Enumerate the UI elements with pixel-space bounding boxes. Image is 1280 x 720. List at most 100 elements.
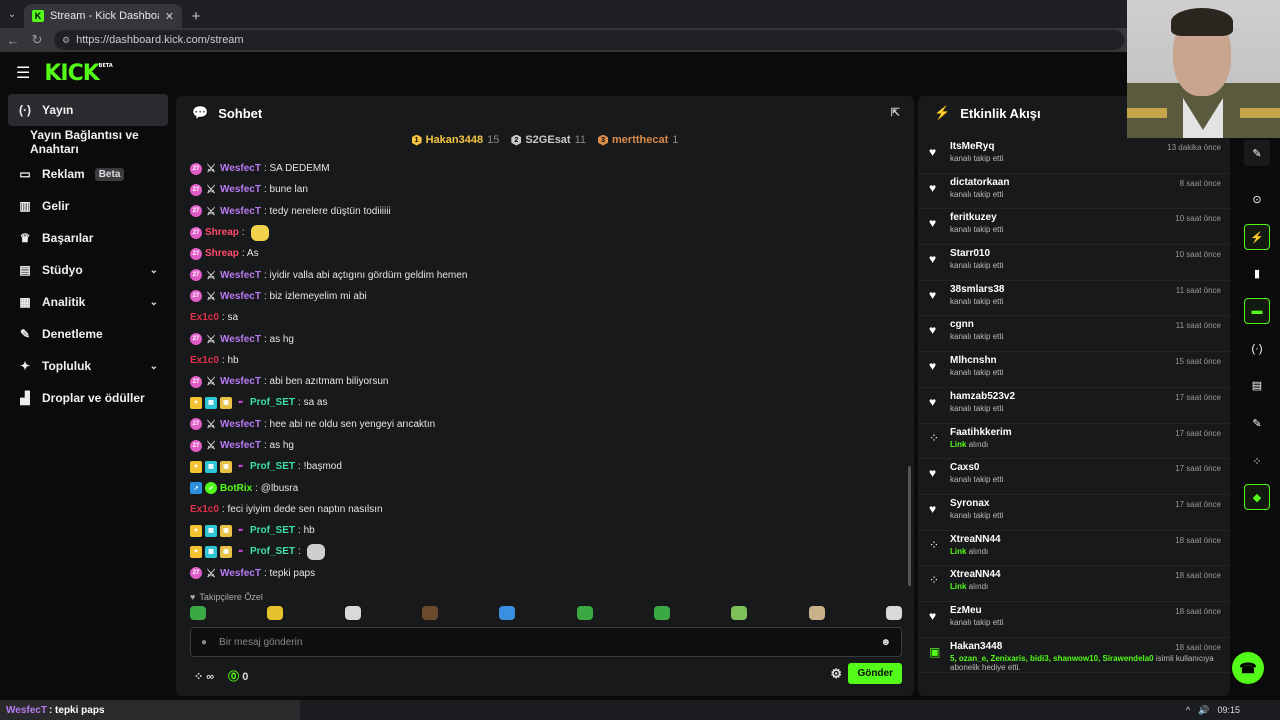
chat-message[interactable]: 27 Shreap: As <box>190 243 890 264</box>
broadcast-rail-icon[interactable]: (·) <box>1244 336 1270 362</box>
wrench-rail-icon[interactable]: ✎ <box>1244 410 1270 436</box>
chat-message[interactable]: 27 ⚔ WesfecT: bune lan <box>190 179 890 200</box>
chevron-down-icon[interactable]: ⌄ <box>150 297 158 308</box>
close-tab-icon[interactable]: ✕ <box>165 10 174 23</box>
activity-item[interactable]: ♥ hamzab523v2 kanalı takip etti 17 saat önc… <box>918 388 1230 424</box>
chat-message[interactable]: 27 ⚔ WesfecT: as hg <box>190 328 890 349</box>
chat-settings-icon[interactable]: ⚙ <box>830 666 842 682</box>
chat-message[interactable]: Ex1c0: feci iyiyim dede sen naptın nasıl… <box>190 499 890 520</box>
camera-icon[interactable]: ⊙ <box>1244 186 1270 212</box>
chat-username[interactable]: Shreap <box>205 248 239 259</box>
chat-username[interactable]: WesfecT <box>220 334 261 345</box>
chat-username[interactable]: Prof_SET <box>250 525 295 536</box>
chat-message[interactable]: ✦ ▦ ▣ ✏ Prof_SET: <box>190 541 890 562</box>
edit-icon[interactable]: ✎ <box>1244 140 1270 166</box>
popout-icon[interactable]: ⇱ <box>891 106 900 119</box>
chat-message[interactable]: 27 ⚔ WesfecT: abi ben azıtmam biliyorsun <box>190 371 890 392</box>
chat-message[interactable]: 27 ⚔ WesfecT: SA DEDEMM <box>190 158 890 179</box>
activity-item[interactable]: ♥ EzMeu kanalı takip etti 18 saat önce <box>918 602 1230 638</box>
chat-username[interactable]: WesfecT <box>220 419 261 430</box>
reload-icon[interactable]: ↻ <box>30 32 44 48</box>
chat-username[interactable]: WesfecT <box>220 184 261 195</box>
activity-item[interactable]: ♥ Mlhcnshn kanalı takip etti 15 saat önce <box>918 352 1230 388</box>
sidebar-item-4[interactable]: ♛ Başarılar <box>0 222 176 254</box>
leader-item[interactable]: 3 mertthecat 1 <box>598 134 678 146</box>
chat-message[interactable]: 27 ⚔ WesfecT: hee abi ne oldu sen yengeyi … <box>190 414 890 435</box>
activity-item[interactable]: ▣ Hakan3448 5, ozan_e, Zenixaris, bidi3, s… <box>918 638 1230 674</box>
chat-message[interactable]: Ex1c0: sa <box>190 307 890 328</box>
sidebar-item-9[interactable]: ▟ Droplar ve ödüller <box>0 382 176 414</box>
chat-message[interactable]: 27 Shreap: <box>190 222 890 243</box>
send-button[interactable]: Gönder <box>848 663 902 684</box>
emote-icon[interactable] <box>808 606 825 620</box>
clock[interactable]: 09:15 <box>1217 705 1240 716</box>
chat-username[interactable]: BotRix <box>220 483 252 494</box>
new-tab-button[interactable]: + <box>182 4 210 28</box>
chat-username[interactable]: Shreap <box>205 227 239 238</box>
leader-item[interactable]: 1 Hakan3448 15 <box>411 134 499 146</box>
chat-username[interactable]: WesfecT <box>220 163 261 174</box>
taskbar-chat-preview[interactable]: WesfecT : tepki paps <box>0 700 300 720</box>
support-icon[interactable]: ☎ <box>1232 652 1264 684</box>
activity-item[interactable]: ♥ ItsMeRyq kanalı takip etti 13 dakika önce <box>918 138 1230 174</box>
emote-icon[interactable] <box>267 606 284 620</box>
chat-username[interactable]: WesfecT <box>220 291 261 302</box>
activity-item[interactable]: ♥ 38smlars38 kanalı takip etti 11 saat önce <box>918 281 1230 317</box>
emoji-picker-icon[interactable]: ☻ <box>880 637 891 648</box>
emote-icon[interactable] <box>421 606 438 620</box>
browser-tab[interactable]: K Stream - Kick Dashboard ✕ <box>24 4 182 28</box>
kick-logo[interactable]: KICK BETA <box>44 61 112 86</box>
chat-message[interactable]: ✦ ▦ ▣ ✏ Prof_SET: sa as <box>190 392 890 413</box>
activity-item[interactable]: ⁘ XtreaNN44 Link alındı 18 saat önce <box>918 531 1230 567</box>
chat-message[interactable]: Ex1c0: hb <box>190 350 890 371</box>
tray-chevron-icon[interactable]: ^ <box>1186 705 1190 716</box>
chat-username[interactable]: WesfecT <box>220 376 261 387</box>
tab-list-dropdown[interactable]: ⌄ <box>0 0 24 28</box>
chat-username[interactable]: WesfecT <box>220 270 261 281</box>
sidebar-item-1[interactable]: Yayın Bağlantısı ve Anahtarı <box>0 126 176 158</box>
sidebar-item-8[interactable]: ✦ Topluluk ⌄ <box>0 350 176 382</box>
chat-username[interactable]: WesfecT <box>220 568 261 579</box>
chat-username[interactable]: Prof_SET <box>250 546 295 557</box>
activity-item[interactable]: ♥ dictatorkaan kanalı takip etti 8 saat önc… <box>918 174 1230 210</box>
back-icon[interactable]: ← <box>6 33 20 48</box>
sidebar-item-5[interactable]: ▤ Stüdyo ⌄ <box>0 254 176 286</box>
sidebar-item-6[interactable]: ▦ Analitik ⌄ <box>0 286 176 318</box>
drops-rail-icon[interactable]: ◆ <box>1244 484 1270 510</box>
sidebar-item-3[interactable]: ▥ Gelir <box>0 190 176 222</box>
chat-username[interactable]: Prof_SET <box>250 461 295 472</box>
site-info-icon[interactable]: ⚙ <box>62 35 70 46</box>
activity-item[interactable]: ♥ Caxs0 kanalı takip etti 17 saat önce <box>918 459 1230 495</box>
chat-rail-icon[interactable]: ▬ <box>1244 298 1270 324</box>
chat-message[interactable]: ✦ ▦ ▣ ✏ Prof_SET: hb <box>190 520 890 541</box>
activity-item[interactable]: ♥ Starr010 kanalı takip etti 10 saat önce <box>918 245 1230 281</box>
address-bar[interactable]: ⚙ https://dashboard.kick.com/stream <box>54 30 1124 50</box>
sidebar-item-7[interactable]: ✎ Denetleme <box>0 318 176 350</box>
chat-username[interactable]: Ex1c0 <box>190 312 219 323</box>
chat-username[interactable]: Prof_SET <box>250 397 295 408</box>
sidebar-item-2[interactable]: ▭ Reklam Beta <box>0 158 176 190</box>
chat-message[interactable]: 27 ⚔ WesfecT: tepki paps <box>190 563 890 584</box>
chevron-down-icon[interactable]: ⌄ <box>150 361 158 372</box>
chat-username[interactable]: WesfecT <box>220 206 261 217</box>
chat-message[interactable]: 27 ⚔ WesfecT: as hg <box>190 435 890 456</box>
emote-icon[interactable] <box>731 606 748 620</box>
chat-username[interactable]: Ex1c0 <box>190 355 219 366</box>
leader-item[interactable]: 2 S2GEsat 11 <box>511 134 586 146</box>
chat-message[interactable]: ✦ ▦ ▣ ✏ Prof_SET: !başmod <box>190 456 890 477</box>
chat-username[interactable]: WesfecT <box>220 440 261 451</box>
activity-item[interactable]: ♥ Syronax kanalı takip etti 17 saat önce <box>918 495 1230 531</box>
emote-icon[interactable] <box>885 606 902 620</box>
chat-scrollbar[interactable] <box>908 466 911 586</box>
activity-item[interactable]: ♥ cgnn kanalı takip etti 11 saat önce <box>918 316 1230 353</box>
chat-message[interactable]: 27 ⚔ WesfecT: biz izlemeyelim mi abi <box>190 286 890 307</box>
menu-icon[interactable]: ☰ <box>16 63 30 83</box>
activity-rail-icon[interactable]: ⚡ <box>1244 224 1270 250</box>
emote-icon[interactable] <box>653 606 670 620</box>
activity-item[interactable]: ⁘ XtreaNN44 Link alındı 18 saat önce <box>918 566 1230 602</box>
chat-message[interactable]: 27 ⚔ WesfecT: tedy nerelere düştün todiiii… <box>190 201 890 222</box>
emote-icon[interactable] <box>576 606 593 620</box>
chat-message[interactable]: ↗ ✔ BotRix: @lbusra <box>190 477 890 498</box>
activity-item[interactable]: ⁘ Faatihkkerim Link alındı 17 saat önce <box>918 424 1230 460</box>
chat-message[interactable]: 27 ⚔ WesfecT: iyidir valla abi açtıgını gö… <box>190 264 890 285</box>
